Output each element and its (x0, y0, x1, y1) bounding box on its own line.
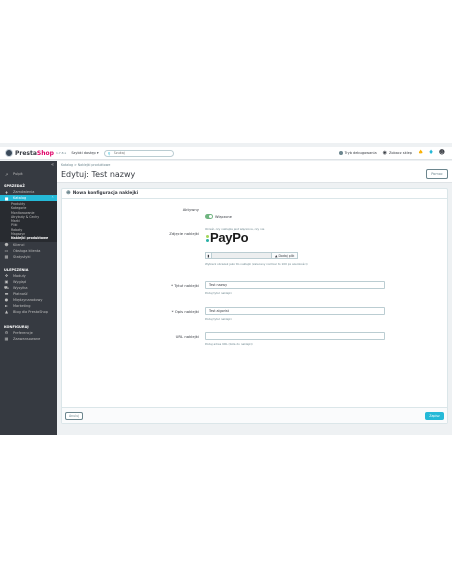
sidebar-item-label: Wygląd (13, 279, 27, 284)
file-upload: ▮ ▲ Dodaj plik (205, 252, 308, 259)
chat-icon: ▭ (4, 248, 9, 254)
card-icon: ▬ (4, 291, 9, 297)
active-toggle-text: Włączone (215, 214, 232, 219)
version-label: 1.7.8.x (55, 151, 67, 155)
help-button[interactable]: Pomoc (426, 169, 448, 179)
name-field: Test nazwy Podaj tytuł naklejki (205, 281, 385, 295)
cart-icon: ♦ (4, 189, 9, 195)
sidebar-item-label: Moduły (13, 273, 26, 278)
cart-icon[interactable]: ♦ (428, 149, 433, 156)
sidebar-item-label: Zaawansowane (13, 336, 41, 341)
name-help: Podaj tytuł naklejki (205, 290, 232, 295)
sidebar-item-label: Klienci (13, 242, 25, 247)
top-bar: PrestaShop 1.7.8.x Szybki dostęp ▾ ⚲ Try… (0, 147, 452, 160)
page-header: Katalog > Naklejki produktowe Edytuj: Te… (57, 161, 452, 183)
sidebar-item-label: Statystyki (13, 254, 31, 259)
prestashop-logo-icon (5, 149, 13, 157)
url-label: URL naklejki (175, 334, 199, 339)
view-shop-link[interactable]: ◉ Zobacz sklep (383, 150, 412, 156)
sidebar-item-label: Międzynarodowy (13, 297, 43, 302)
sidebar-item-label: Blog dla PrestaShop (13, 309, 49, 314)
description-help: Podaj tytuł naklejki (205, 316, 232, 321)
advanced-icon: ▦ (4, 336, 9, 342)
search-input[interactable] (113, 151, 169, 155)
puzzle-icon: ❖ (4, 273, 9, 279)
gear-icon: ⚙ (4, 330, 9, 336)
paypo-dots-icon (205, 232, 209, 242)
search-icon: ⚲ (107, 150, 111, 156)
stats-icon: ▩ (4, 254, 9, 260)
collapse-sidebar-icon[interactable]: « (51, 162, 54, 168)
url-input[interactable] (205, 332, 385, 340)
trend-icon: ↗ (4, 171, 9, 177)
bell-icon[interactable]: ♠ (418, 149, 423, 156)
sticker-config-card: ☻ Nowa konfiguracja naklejki Aktywny Włą… (61, 188, 448, 424)
cancel-button[interactable]: Anuluj (65, 412, 83, 420)
description-label: * Opis naklejki (171, 309, 199, 314)
logo-text: PrestaShop (15, 150, 54, 157)
save-button[interactable]: Zapisz (425, 412, 444, 420)
logo-prefix: Presta (15, 149, 37, 157)
active-label: Aktywny (182, 207, 199, 212)
image-label: Zdjęcie naklejki (169, 231, 199, 236)
card-footer: Anuluj Zapisz (62, 407, 447, 423)
sidebar-item-advanced[interactable]: ▦ Zaawansowane (0, 336, 57, 342)
name-label: * Tytuł naklejki (171, 283, 199, 288)
sidebar-item-label: Płatność (13, 291, 28, 296)
file-input[interactable] (211, 252, 272, 259)
submenu-item-product-stickers[interactable]: Naklejki produktowe (11, 236, 57, 240)
debug-mode-link[interactable]: Tryb debugowania (338, 150, 377, 155)
monitor-icon: ▣ (4, 279, 9, 285)
globe-icon: ● (4, 297, 9, 303)
search-box[interactable]: ⚲ (103, 149, 174, 157)
sidebar: « ↗ Pulpit SPRZEDAŻ ♦ Zamówienia ■ Katalog ⌃… (0, 161, 57, 435)
description-field: Test algorist Podaj tytuł naklejki (205, 307, 385, 321)
logo-suffix: Shop (36, 149, 54, 157)
sidebar-item-label: Pulpit (13, 172, 23, 176)
catalog-submenu: Produkty Kategorie Monitorowanie Atrybut… (0, 201, 57, 242)
card-title: Nowa konfiguracja naklejki (72, 191, 139, 196)
card-header: ☻ Nowa konfiguracja naklejki (62, 189, 447, 199)
description-input[interactable]: Test algorist (205, 307, 385, 315)
catalog-icon: ■ (4, 195, 9, 201)
sticker-image-preview: PayPo (205, 230, 308, 245)
prestashop-logo[interactable]: PrestaShop 1.7.8.x (5, 149, 66, 157)
user-icon[interactable]: ☻ (439, 149, 445, 156)
name-input[interactable]: Test nazwy (205, 281, 385, 289)
page-title: Edytuj: Test nazwy (61, 170, 136, 179)
active-toggle[interactable] (205, 214, 213, 219)
sticker-image-brand: PayPo (210, 230, 249, 245)
sidebar-item-label: Preferencje (13, 330, 33, 335)
view-shop-label: Zobacz sklep (388, 150, 412, 155)
image-field: PayPo ▮ ▲ Dodaj plik Wybierz obrazek jako… (205, 230, 308, 266)
sidebar-item-label: Katalog (13, 196, 27, 200)
url-help: Podaj adres URL (lista do naklejki) (205, 341, 253, 346)
user-icon: ☻ (4, 242, 9, 248)
folder-icon: ▲ (4, 309, 9, 315)
user-icon: ☻ (66, 191, 71, 196)
debug-icon (338, 150, 343, 155)
quick-access-dropdown[interactable]: Szybki dostęp ▾ (71, 151, 98, 155)
debug-label: Tryb debugowania (344, 150, 377, 155)
eye-icon: ◉ (382, 149, 387, 156)
url-field: Podaj adres URL (lista do naklejki) (205, 332, 385, 346)
app-window: PrestaShop 1.7.8.x Szybki dostęp ▾ ⚲ Try… (0, 143, 452, 435)
active-field: Włączone Określ, czy naklejka jest włącz… (205, 206, 264, 231)
sidebar-item-label: Obsługa klienta (13, 248, 41, 253)
sidebar-item-label: Wysyłka (13, 285, 28, 290)
folder-icon: ▲ (275, 253, 278, 258)
add-file-button[interactable]: ▲ Dodaj plik (272, 252, 299, 259)
image-help: Wybierz obrazek jako tło naklejki (zalec… (205, 262, 308, 266)
sidebar-item-label: Zamówienia (13, 190, 35, 194)
top-right-tools: Tryb debugowania ◉ Zobacz sklep ♠ ♦ ☻ (338, 149, 450, 156)
breadcrumb[interactable]: Katalog > Naklejki produktowe (61, 163, 110, 167)
truck-icon: ⛟ (4, 284, 10, 290)
megaphone-icon: ► (4, 303, 9, 309)
add-file-label: Dodaj plik (278, 253, 295, 258)
chevron-up-icon: ⌃ (51, 196, 54, 200)
sidebar-item-label: Marketing (13, 303, 31, 308)
